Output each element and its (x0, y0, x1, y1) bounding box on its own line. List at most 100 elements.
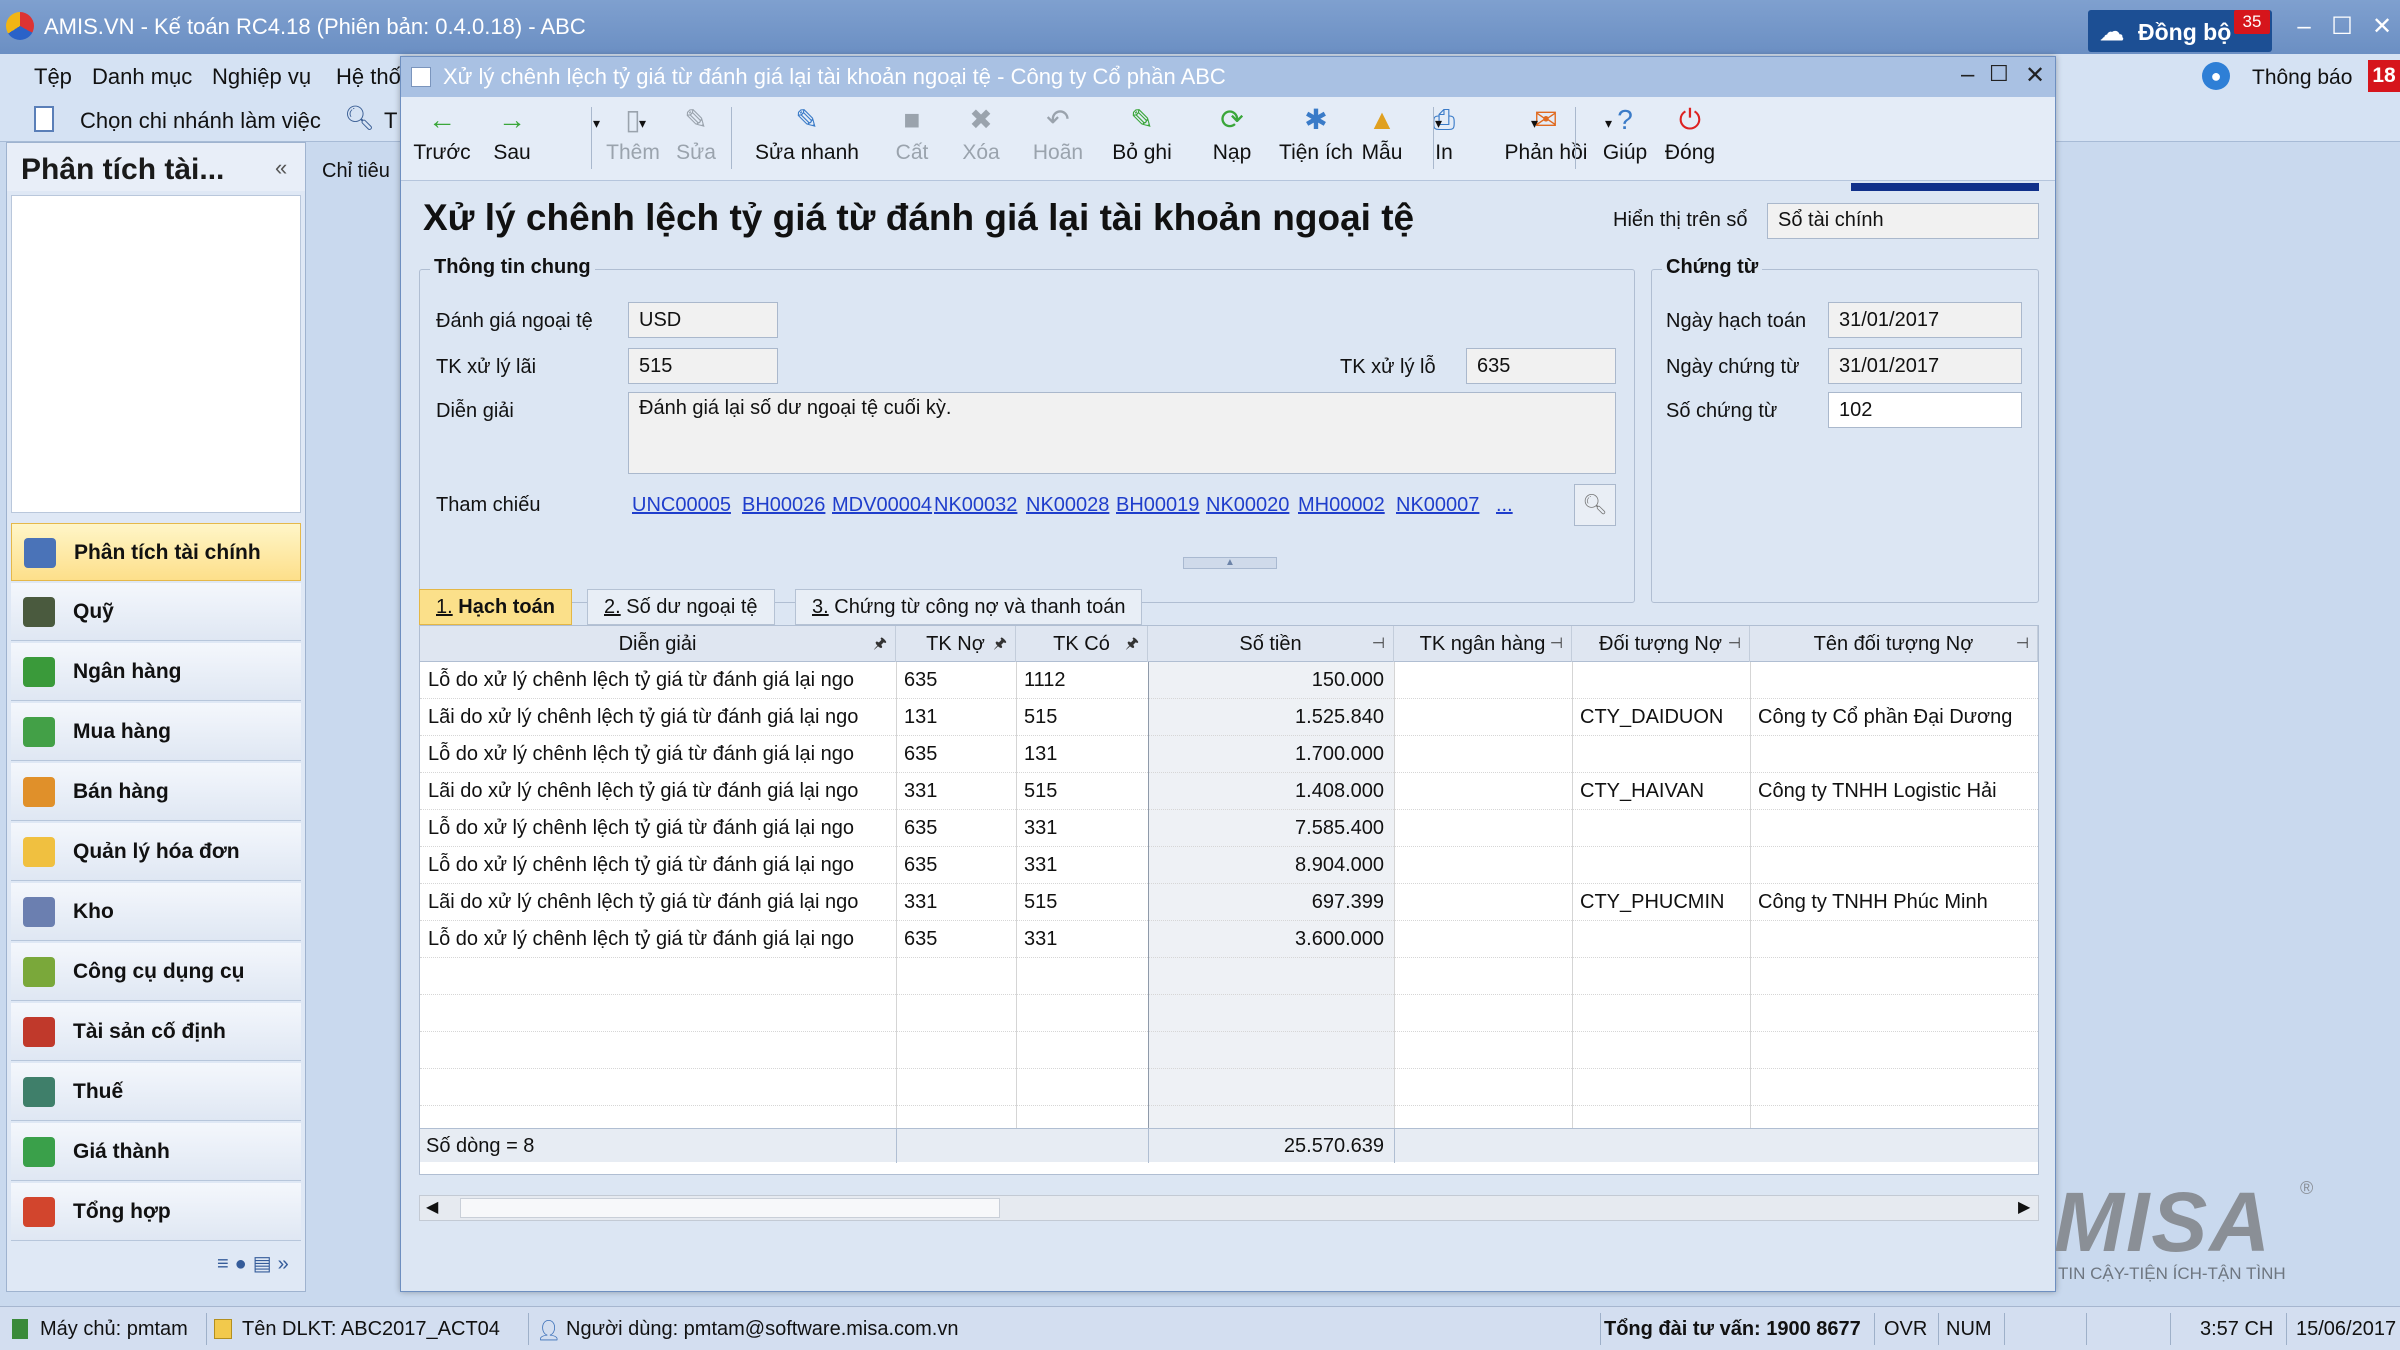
table-cell[interactable] (1394, 662, 1572, 699)
reference-link[interactable]: NK00032 (934, 494, 1017, 517)
table-cell[interactable]: 635 (896, 736, 1016, 773)
toolbar-button[interactable]: ✖ Xóa (951, 101, 1011, 177)
grid-column-header[interactable]: TK ngân hàng ⊣ (1394, 626, 1572, 662)
reference-link[interactable]: BH00026 (742, 494, 825, 517)
grid-column-header[interactable]: TK Nợ 🖈 (896, 626, 1016, 662)
toolbar-button[interactable]: → Sau (481, 101, 543, 177)
table-cell[interactable] (1394, 736, 1572, 773)
horizontal-scrollbar[interactable]: ◀ ▶ (419, 1195, 2039, 1221)
nav-item[interactable]: Công cụ dụng cụ (11, 943, 301, 1001)
table-cell[interactable] (1572, 736, 1750, 773)
menu-operations[interactable]: Nghiệp vụ (212, 64, 311, 90)
toolbar-button[interactable]: ✱ Tiện ích (1273, 101, 1359, 177)
reference-link[interactable]: NK00028 (1026, 494, 1109, 517)
toolbar-button[interactable]: ⏻ Đóng (1655, 101, 1725, 177)
menu-catalog[interactable]: Danh mục (92, 64, 192, 90)
gain-account-field[interactable]: 515 (628, 348, 778, 384)
toolbar-button[interactable]: ← Trước (411, 101, 473, 177)
table-cell[interactable]: 8.904.000 (1148, 847, 1394, 884)
pin-icon[interactable]: 🖈 (993, 626, 1007, 662)
table-cell[interactable]: CTY_PHUCMIN (1572, 884, 1750, 921)
child-maximize-button[interactable]: ☐ (1989, 61, 2009, 87)
table-row[interactable]: Lỗ do xử lý chênh lệch tỷ giá từ đánh gi… (420, 921, 2038, 958)
nav-item[interactable]: Tài sản cố định (11, 1003, 301, 1061)
nav-item[interactable]: Quỹ (11, 583, 301, 641)
behind-tab[interactable]: Chỉ tiêu (322, 160, 390, 183)
table-cell[interactable]: 150.000 (1148, 662, 1394, 699)
detail-tab[interactable]: 3. Chứng từ công nợ và thanh toán (795, 589, 1143, 625)
reference-link[interactable]: MDV00004 (832, 494, 932, 517)
table-cell[interactable] (1394, 847, 1572, 884)
dropdown-arrow-icon[interactable]: ▾ (593, 115, 600, 132)
collapse-icon[interactable]: « (275, 155, 287, 181)
child-minimize-button[interactable]: – (1961, 61, 1974, 89)
branch-selector[interactable]: Chọn chi nhánh làm việc (80, 108, 321, 134)
table-row[interactable]: Lỗ do xử lý chênh lệch tỷ giá từ đánh gi… (420, 810, 2038, 847)
table-row[interactable]: Lãi do xử lý chênh lệch tỷ giá từ đánh g… (420, 699, 2038, 736)
nav-item[interactable]: Kho (11, 883, 301, 941)
search-icon[interactable]: 🔍︎ (344, 104, 374, 133)
nav-item[interactable]: Thuế (11, 1063, 301, 1121)
table-cell[interactable] (1572, 662, 1750, 699)
scroll-right-icon[interactable]: ▶ (2018, 1197, 2030, 1217)
pin-icon[interactable]: ⊣ (1372, 626, 1385, 662)
table-row[interactable]: Lỗ do xử lý chênh lệch tỷ giá từ đánh gi… (420, 736, 2038, 773)
table-cell[interactable] (1750, 810, 2038, 847)
toolbar-button[interactable]: ⎙ In (1417, 101, 1471, 177)
toolbar-button[interactable]: ↶ Hoãn (1023, 101, 1093, 177)
table-cell[interactable]: 635 (896, 810, 1016, 847)
table-cell[interactable]: Lỗ do xử lý chênh lệch tỷ giá từ đánh gi… (420, 662, 896, 699)
grid-column-header[interactable]: Diễn giải 🖈 (420, 626, 896, 662)
table-cell[interactable]: Lãi do xử lý chênh lệch tỷ giá từ đánh g… (420, 699, 896, 736)
dropdown-arrow-icon[interactable]: ▾ (639, 115, 646, 132)
table-cell[interactable]: 331 (896, 773, 1016, 810)
table-cell[interactable] (1394, 773, 1572, 810)
table-row[interactable] (420, 995, 2038, 1032)
table-cell[interactable]: 1112 (1016, 662, 1148, 699)
table-cell[interactable] (1394, 810, 1572, 847)
table-cell[interactable]: 331 (896, 884, 1016, 921)
grid-column-header[interactable]: Đối tượng Nợ ⊣ (1572, 626, 1750, 662)
scroll-left-icon[interactable]: ◀ (426, 1197, 438, 1217)
toolbar-button[interactable]: ▯ Thêm (601, 101, 665, 177)
toolbar-button[interactable]: ■ Cất (891, 101, 933, 177)
table-cell[interactable] (1750, 921, 2038, 958)
table-cell[interactable]: 331 (1016, 847, 1148, 884)
reference-link[interactable]: MH00002 (1298, 494, 1385, 517)
table-row[interactable]: Lỗ do xử lý chênh lệch tỷ giá từ đánh gi… (420, 662, 2038, 699)
toolbar-button[interactable]: ✎ Sửa nhanh (751, 101, 863, 177)
table-row[interactable]: Lãi do xử lý chênh lệch tỷ giá từ đánh g… (420, 773, 2038, 810)
table-cell[interactable]: 131 (896, 699, 1016, 736)
table-row[interactable] (420, 958, 2038, 995)
table-cell[interactable]: CTY_HAIVAN (1572, 773, 1750, 810)
table-cell[interactable]: 635 (896, 847, 1016, 884)
nav-item[interactable]: Bán hàng (11, 763, 301, 821)
minimize-button[interactable]: – (2288, 12, 2320, 42)
dropdown-arrow-icon[interactable]: ▾ (1531, 115, 1538, 132)
reference-link[interactable]: NK00020 (1206, 494, 1289, 517)
nav-item[interactable]: Tổng hợp (11, 1183, 301, 1241)
pin-icon[interactable]: 🖈 (873, 626, 887, 662)
table-cell[interactable]: CTY_DAIDUON (1572, 699, 1750, 736)
table-cell[interactable]: 635 (896, 662, 1016, 699)
child-close-button[interactable]: ✕ (2025, 61, 2045, 90)
table-cell[interactable]: 697.399 (1148, 884, 1394, 921)
table-cell[interactable]: 515 (1016, 884, 1148, 921)
table-cell[interactable]: Lỗ do xử lý chênh lệch tỷ giá từ đánh gi… (420, 921, 896, 958)
detail-tab[interactable]: 1. Hạch toán (419, 589, 572, 625)
reference-search-icon[interactable]: 🔍︎ (1574, 484, 1616, 526)
display-on-select[interactable]: Sổ tài chính (1767, 203, 2039, 239)
voucher-no-field[interactable]: 102 (1828, 392, 2022, 428)
table-cell[interactable] (1750, 662, 2038, 699)
reference-link[interactable]: ... (1496, 494, 1513, 517)
reference-link[interactable]: BH00019 (1116, 494, 1199, 517)
table-cell[interactable] (1572, 810, 1750, 847)
nav-item[interactable]: Mua hàng (11, 703, 301, 761)
toolbar-button[interactable]: ✉ Phản hồi (1493, 101, 1599, 177)
toolbar-button[interactable]: ? Giúp (1595, 101, 1655, 177)
table-cell[interactable]: Công ty TNHH Logistic Hải (1750, 773, 2038, 810)
dropdown-arrow-icon[interactable]: ▾ (1435, 115, 1442, 132)
table-cell[interactable]: 331 (1016, 810, 1148, 847)
table-cell[interactable]: Công ty Cổ phần Đại Dương (1750, 699, 2038, 736)
reference-link[interactable]: NK00007 (1396, 494, 1479, 517)
